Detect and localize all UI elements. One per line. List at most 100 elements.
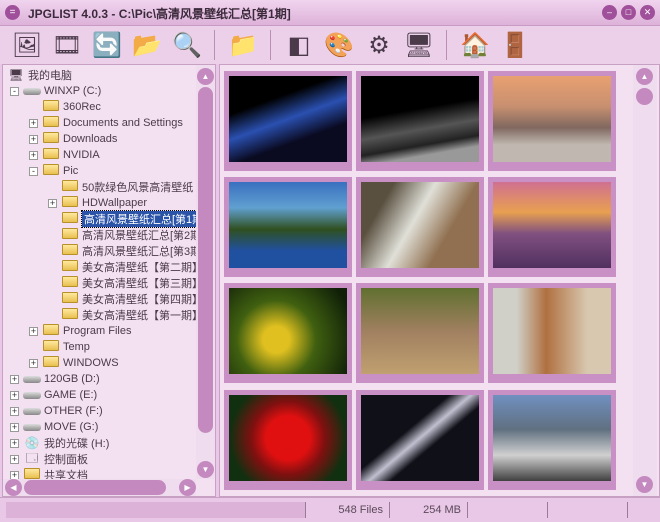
tree-node-label: WINXP (C:) xyxy=(44,85,102,97)
tree-node-label: 我的光碟 (H:) xyxy=(44,438,110,450)
expand-icon[interactable]: + xyxy=(10,422,19,432)
refresh-button[interactable]: 🔄 xyxy=(90,28,124,62)
maximize-button[interactable]: □ xyxy=(621,5,636,20)
tree-node[interactable]: 美女高清壁纸【第二期】 xyxy=(48,259,203,275)
folder-icon xyxy=(61,308,79,322)
scroll-up-button[interactable]: ▲ xyxy=(197,68,214,85)
thumbnail-item[interactable] xyxy=(488,283,616,383)
thumbnail-item[interactable] xyxy=(224,283,352,383)
tree-node[interactable]: 美女高清壁纸【第三期】 xyxy=(48,275,203,291)
thumbnail-item[interactable] xyxy=(356,71,484,171)
expand-icon[interactable]: + xyxy=(10,390,19,400)
collapse-icon[interactable]: - xyxy=(29,166,38,176)
tree-node[interactable]: 高清风景壁纸汇总[第1期] xyxy=(48,210,210,228)
scroll-down-button[interactable]: ▼ xyxy=(197,461,214,478)
tree-node[interactable]: + NVIDIA xyxy=(29,147,100,163)
close-button[interactable]: ✕ xyxy=(640,5,655,20)
status-progress xyxy=(6,502,306,518)
home-button[interactable]: 🏠 xyxy=(458,28,492,62)
tree-node[interactable]: + 🗔 控制面板 xyxy=(10,451,88,467)
refresh-icon: 🔄 xyxy=(92,31,122,59)
tree-node[interactable]: 360Rec xyxy=(29,99,101,115)
h-scroll-thumb[interactable] xyxy=(24,480,166,495)
scroll-thumb[interactable] xyxy=(636,88,653,105)
thumbnail-item[interactable] xyxy=(488,390,616,490)
tree-node-label: 50款绿色风景高清壁纸 xyxy=(82,182,194,194)
slideshow-button[interactable]: 🎞 xyxy=(50,28,84,62)
folder-icon xyxy=(42,324,60,338)
scroll-right-button[interactable]: ▶ xyxy=(179,479,196,496)
palette-button[interactable]: 🎨 xyxy=(322,28,356,62)
tree-node[interactable]: +120GB (D:) xyxy=(10,371,100,387)
tree-node[interactable]: - Pic xyxy=(29,163,78,179)
app-menu-icon[interactable]: = xyxy=(5,5,20,20)
thumbnail-item[interactable] xyxy=(224,177,352,277)
thumbnail-image xyxy=(493,288,611,374)
scroll-up-button[interactable]: ▲ xyxy=(636,68,653,85)
thumbnail-item[interactable] xyxy=(488,177,616,277)
expand-icon[interactable]: + xyxy=(10,438,19,448)
tree-node-label: 360Rec xyxy=(63,101,101,113)
tree-horizontal-scrollbar[interactable]: ◀ ▶ xyxy=(3,479,196,496)
tree-node[interactable]: 🖥 我的电脑 xyxy=(7,67,72,83)
thumbnail-item[interactable] xyxy=(488,71,616,171)
expand-icon[interactable]: + xyxy=(48,198,57,208)
scroll-thumb[interactable] xyxy=(198,87,213,433)
tree-node-label: HDWallpaper xyxy=(82,197,148,209)
thumbnail-item[interactable] xyxy=(224,390,352,490)
tree-node[interactable]: 美女高清壁纸【第一期】 xyxy=(48,307,203,323)
settings-icon: ⚙ xyxy=(368,31,390,59)
thumbnail-item[interactable] xyxy=(224,71,352,171)
monitor-button[interactable]: 🖥 xyxy=(402,28,436,62)
minimize-button[interactable]: – xyxy=(602,5,617,20)
tree-node[interactable]: + WINDOWS xyxy=(29,355,119,371)
image-view-icon: 🖼 xyxy=(11,31,43,59)
status-field xyxy=(468,502,548,518)
folder-icon xyxy=(42,148,60,162)
folder-icon xyxy=(61,292,79,306)
tree-node[interactable]: + GAME (E:) xyxy=(10,387,97,403)
status-field xyxy=(548,502,628,518)
collapse-icon[interactable]: - xyxy=(10,86,19,96)
tree-node[interactable]: + Documents and Settings xyxy=(29,115,183,131)
scroll-down-button[interactable]: ▼ xyxy=(636,476,653,493)
panel-toggle-button[interactable]: ◧ xyxy=(282,28,316,62)
computer-icon: 🖥 xyxy=(8,68,24,82)
tree-node[interactable]: + HDWallpaper xyxy=(48,195,147,211)
thumbnail-vertical-scrollbar[interactable]: ▲ ▼ xyxy=(633,65,657,496)
tree-node[interactable]: - WINXP (C:) xyxy=(10,83,101,99)
settings-button[interactable]: ⚙ xyxy=(362,28,396,62)
exit-button[interactable]: 🚪 xyxy=(498,28,532,62)
tree-node[interactable]: + Downloads xyxy=(29,131,117,147)
tree-node[interactable]: 50款绿色风景高清壁纸 xyxy=(48,179,193,195)
tree-node[interactable]: + MOVE (G:) xyxy=(10,419,98,435)
tree-node[interactable]: 高清风景壁纸汇总[第3期] xyxy=(48,243,204,259)
expand-icon[interactable]: + xyxy=(29,358,38,368)
thumbnail-item[interactable] xyxy=(356,283,484,383)
folder-image-button[interactable]: 📁 xyxy=(226,28,260,62)
expand-icon[interactable]: + xyxy=(10,454,19,464)
tree-node[interactable]: 美女高清壁纸【第四期】 xyxy=(48,291,203,307)
tree-node-label: 美女高清壁纸【第二期】 xyxy=(82,262,203,274)
drive-icon xyxy=(23,404,41,418)
thumbnail-item[interactable] xyxy=(356,390,484,490)
tree-vertical-scrollbar[interactable]: ▲ ▼ xyxy=(196,65,215,479)
expand-icon[interactable]: + xyxy=(29,134,38,144)
expand-icon[interactable]: + xyxy=(10,374,19,384)
thumbnail-image xyxy=(493,76,611,162)
tree-node[interactable]: + OTHER (F:) xyxy=(10,403,103,419)
tree-node[interactable]: + Program Files xyxy=(29,323,131,339)
folder-search-button[interactable]: 📂 xyxy=(130,28,164,62)
tree-node-label: Pic xyxy=(63,165,79,177)
thumbnail-image xyxy=(229,76,347,162)
image-view-button[interactable]: 🖼 xyxy=(10,28,44,62)
search-button[interactable]: 🔍 xyxy=(170,28,204,62)
expand-icon[interactable]: + xyxy=(29,118,38,128)
thumbnail-item[interactable] xyxy=(356,177,484,277)
scroll-left-button[interactable]: ◀ xyxy=(5,479,22,496)
tree-node[interactable]: 高清风景壁纸汇总[第2期] xyxy=(48,227,204,243)
expand-icon[interactable]: + xyxy=(29,326,38,336)
expand-icon[interactable]: + xyxy=(10,406,19,416)
tree-node[interactable]: Temp xyxy=(29,339,90,355)
expand-icon[interactable]: + xyxy=(29,150,38,160)
